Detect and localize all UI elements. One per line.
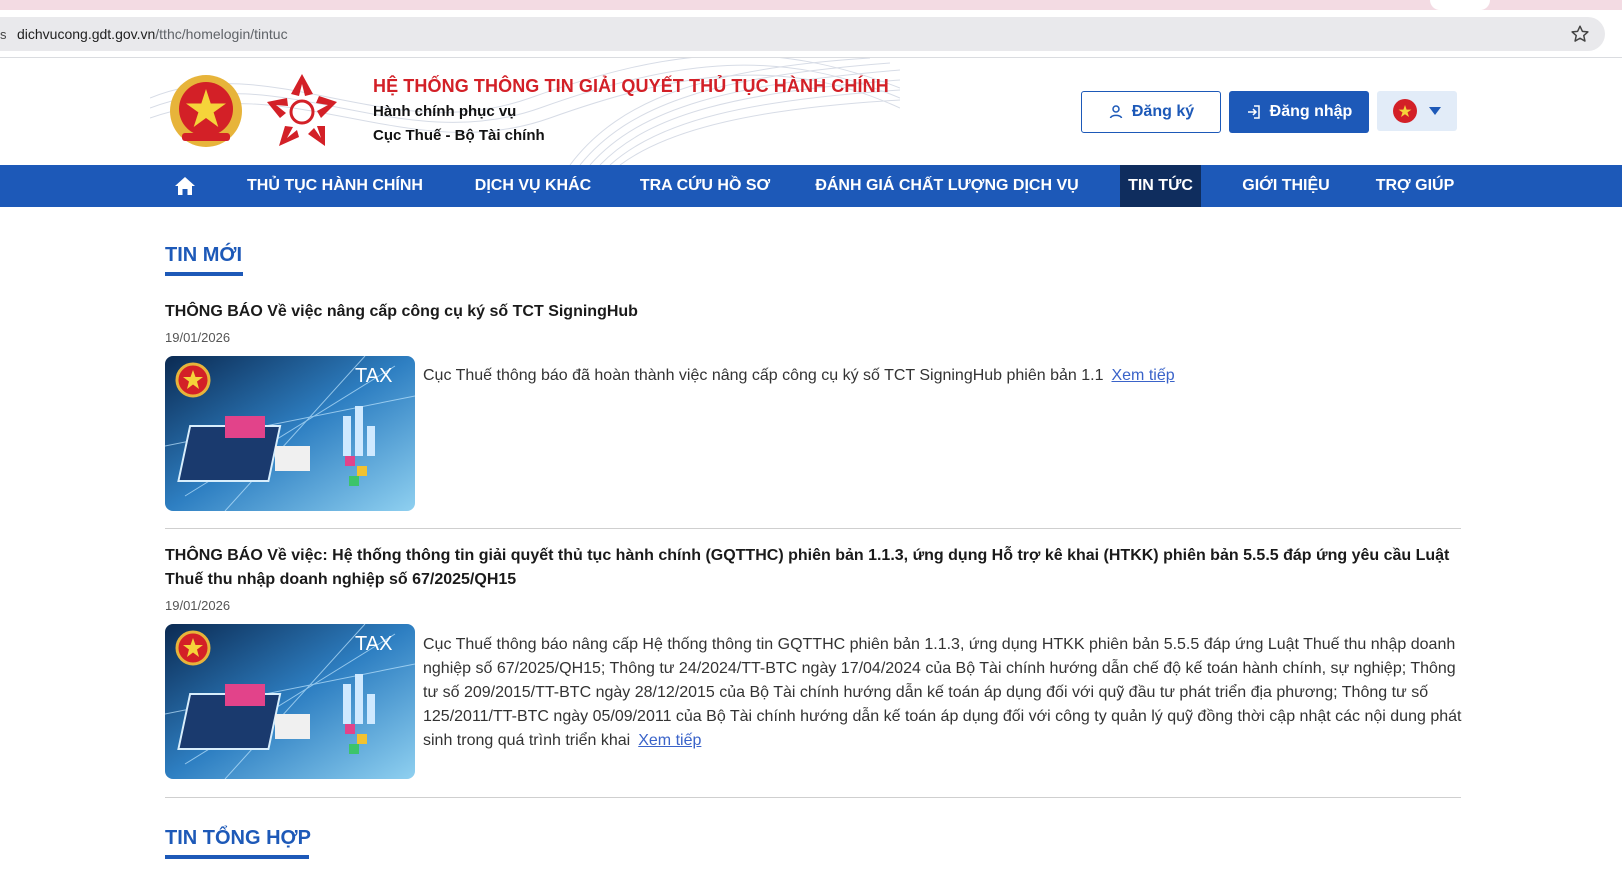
language-selector[interactable] — [1377, 91, 1457, 131]
nav-gioi-thieu[interactable]: GIỚI THIỆU — [1228, 165, 1344, 207]
thumb-tax-text: TAX — [355, 365, 392, 387]
read-more-link[interactable]: Xem tiếp — [1111, 367, 1174, 384]
news-summary: Cục Thuế thông báo đã hoàn thành việc nâ… — [423, 364, 1463, 388]
news-title-link[interactable]: THÔNG BÁO Về việc: Hệ thống thông tin gi… — [165, 544, 1465, 592]
address-bar-url[interactable]: dichvucong.gdt.gov.vn/tthc/homelogin/tin… — [17, 26, 288, 42]
bookmark-star-icon[interactable] — [1569, 23, 1591, 45]
vietnam-flag-icon — [1393, 99, 1417, 123]
address-bar[interactable]: s dichvucong.gdt.gov.vn/tthc/homelogin/t… — [0, 17, 1605, 51]
address-bar-scheme: s — [0, 26, 7, 42]
system-title: HỆ THỐNG THÔNG TIN GIẢI QUYẾT THỦ TỤC HÀ… — [373, 76, 889, 96]
register-label: Đăng ký — [1131, 103, 1195, 120]
news-summary: Cục Thuế thông báo nâng cấp Hệ thống thô… — [423, 633, 1463, 753]
login-button[interactable]: Đăng nhập — [1229, 91, 1369, 133]
news-summary-text: Cục Thuế thông báo nâng cấp Hệ thống thô… — [423, 636, 1462, 749]
site-header: HỆ THỐNG THÔNG TIN GIẢI QUYẾT THỦ TỤC HÀ… — [0, 58, 1622, 165]
chevron-down-icon — [1429, 107, 1441, 115]
nav-dich-vu-khac[interactable]: DỊCH VỤ KHÁC — [462, 165, 604, 207]
home-icon — [175, 177, 195, 195]
login-icon — [1247, 105, 1260, 119]
browser-tab-strip — [0, 0, 1622, 10]
news-date: 19/01/2026 — [165, 330, 231, 345]
read-more-link[interactable]: Xem tiếp — [638, 732, 701, 749]
news-thumbnail[interactable]: TAX — [165, 624, 415, 779]
main-nav: THỦ TỤC HÀNH CHÍNH DỊCH VỤ KHÁC TRA CỨU … — [0, 165, 1622, 207]
section-title-general: TIN TỔNG HỢP — [165, 827, 311, 849]
nav-danh-gia-chat-luong[interactable]: ĐÁNH GIÁ CHẤT LƯỢNG DỊCH VỤ — [806, 165, 1088, 207]
nav-thu-tuc-hanh-chinh[interactable]: THỦ TỤC HÀNH CHÍNH — [230, 165, 440, 207]
header-agency: Cục Thuế - Bộ Tài chính — [373, 127, 545, 144]
url-path: /tthc/homelogin/tintuc — [155, 26, 288, 42]
user-icon — [1109, 105, 1123, 119]
header-subtitle: Hành chính phục vụ — [373, 103, 517, 120]
section-title-latest: TIN MỚI — [165, 244, 243, 266]
register-button[interactable]: Đăng ký — [1081, 91, 1221, 133]
news-summary-text: Cục Thuế thông báo đã hoàn thành việc nâ… — [423, 367, 1104, 384]
news-thumbnail[interactable]: TAX — [165, 356, 415, 511]
news-divider — [165, 797, 1461, 798]
news-divider — [165, 528, 1461, 529]
header-wave-decoration — [150, 58, 900, 165]
nav-tra-cuu-ho-so[interactable]: TRA CỨU HỒ SƠ — [626, 165, 784, 207]
tax-thumbnail-image: TAX — [165, 624, 415, 779]
section-underline — [165, 855, 309, 859]
news-title-link[interactable]: THÔNG BÁO Về việc nâng cấp công cụ ký số… — [165, 300, 1465, 324]
url-domain: dichvucong.gdt.gov.vn — [17, 26, 156, 42]
news-date: 19/01/2026 — [165, 598, 231, 613]
nav-tin-tuc[interactable]: TIN TỨC — [1120, 165, 1201, 207]
login-label: Đăng nhập — [1269, 103, 1353, 120]
tax-thumbnail-image: TAX — [165, 356, 415, 511]
browser-tab-gap — [1430, 0, 1490, 10]
nav-home[interactable] — [165, 165, 205, 207]
nav-tro-giup[interactable]: TRỢ GIÚP — [1370, 165, 1460, 207]
section-underline — [165, 272, 243, 276]
thumb-tax-text: TAX — [355, 633, 392, 655]
national-emblem-icon — [170, 75, 242, 147]
tax-department-logo-icon — [267, 74, 337, 146]
